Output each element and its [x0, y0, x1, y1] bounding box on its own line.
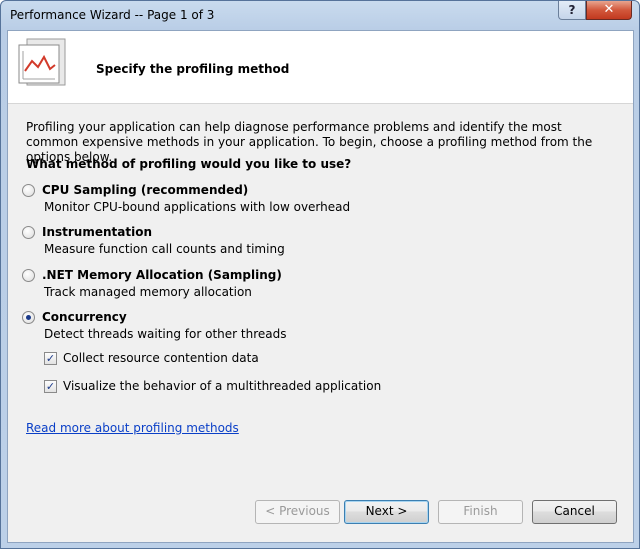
page-title: Specify the profiling method	[96, 62, 290, 76]
option-description: Track managed memory allocation	[44, 285, 252, 299]
checkbox-multithreaded[interactable]: ✓	[44, 380, 57, 393]
performance-chart-icon	[18, 38, 66, 86]
window-title: Performance Wizard -- Page 1 of 3	[10, 8, 215, 22]
option-description: Monitor CPU-bound applications with low …	[44, 200, 351, 214]
close-button[interactable]: ✕	[586, 1, 632, 20]
option-label: CPU Sampling (recommended)	[42, 183, 249, 197]
button-bar: < Previous Next > Finish Cancel	[8, 476, 633, 542]
checkbox-label: Visualize the behavior of a multithreade…	[63, 379, 382, 393]
radio-cpu-sampling[interactable]	[22, 184, 35, 197]
wizard-client-area: Specify the profiling method Profiling y…	[7, 30, 634, 543]
wizard-window: Performance Wizard -- Page 1 of 3 ? ✕ Sp…	[0, 0, 640, 549]
previous-button[interactable]: < Previous	[255, 500, 340, 524]
checkbox-label: Collect resource contention data	[63, 351, 259, 365]
option-description: Measure function call counts and timing	[44, 242, 285, 256]
cancel-button[interactable]: Cancel	[532, 500, 617, 524]
radio-concurrency[interactable]	[22, 311, 35, 324]
title-bar[interactable]: Performance Wizard -- Page 1 of 3 ? ✕	[1, 1, 639, 31]
radio-memory-allocation[interactable]	[22, 269, 35, 282]
next-button[interactable]: Next >	[344, 500, 429, 524]
help-button[interactable]: ?	[558, 1, 586, 20]
question-label: What method of profiling would you like …	[26, 157, 352, 171]
checkbox-resource-contention[interactable]: ✓	[44, 352, 57, 365]
radio-instrumentation[interactable]	[22, 226, 35, 239]
option-label: .NET Memory Allocation (Sampling)	[42, 268, 282, 282]
finish-button[interactable]: Finish	[438, 500, 523, 524]
option-label: Concurrency	[42, 310, 127, 324]
option-description: Detect threads waiting for other threads	[44, 327, 287, 341]
wizard-header: Specify the profiling method	[8, 31, 633, 104]
read-more-link[interactable]: Read more about profiling methods	[26, 421, 239, 435]
option-label: Instrumentation	[42, 225, 153, 239]
